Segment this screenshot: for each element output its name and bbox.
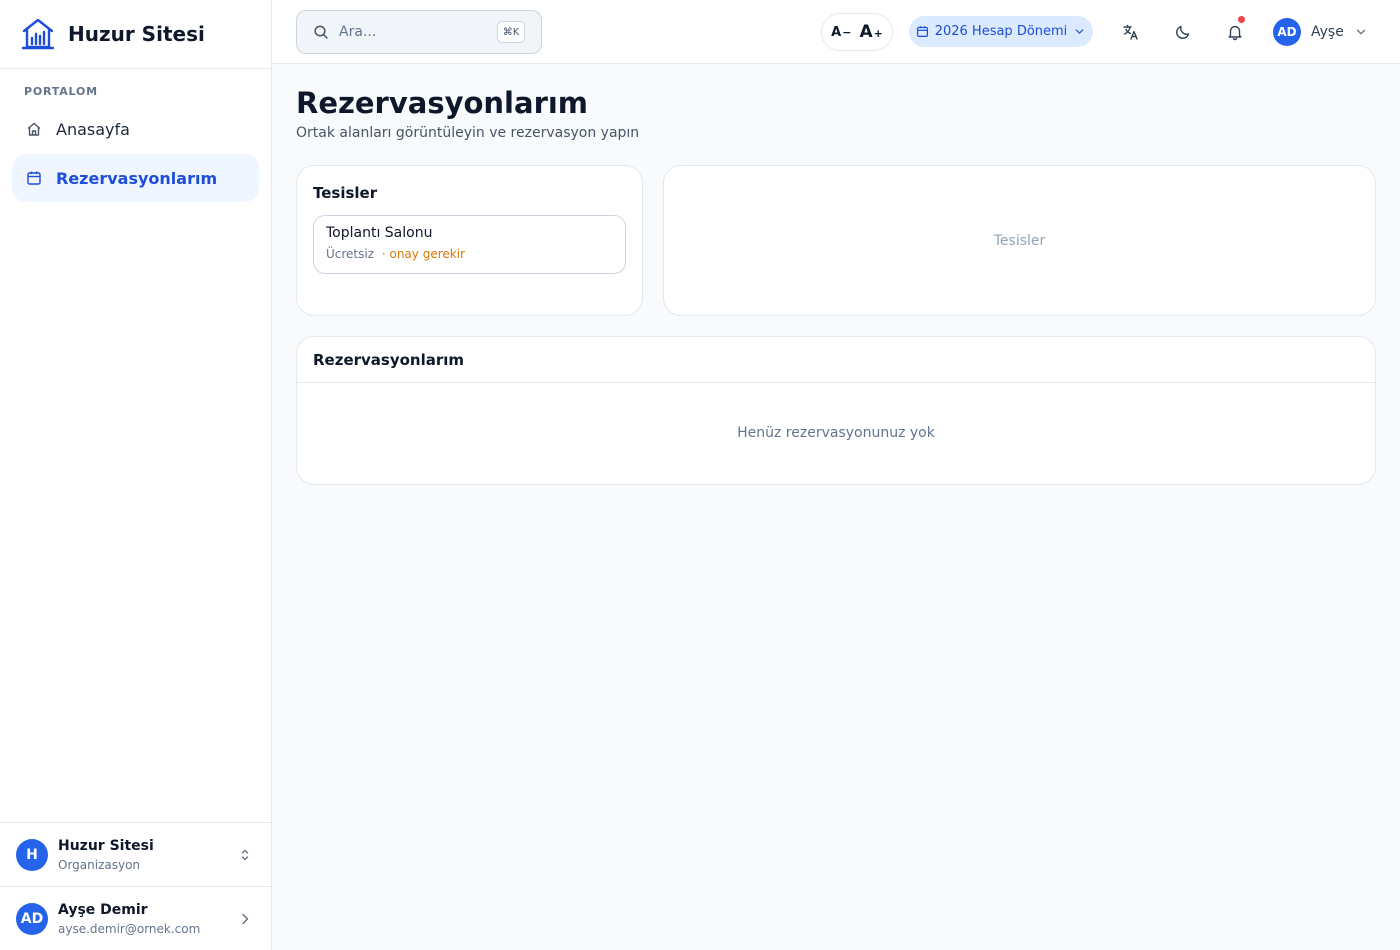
user-profile[interactable]: AD Ayşe Demir ayse.demir@ornek.com — [0, 886, 271, 950]
nav-section-label: PORTALOM — [24, 85, 98, 98]
facility-detail-placeholder: Tesisler — [993, 232, 1046, 249]
search-icon — [313, 24, 329, 40]
search-shortcut-badge: ⌘K — [497, 21, 525, 43]
org-type: Organizasyon — [58, 857, 141, 872]
org-avatar: H — [16, 838, 48, 871]
facility-approval-note: · onay gerekir — [381, 247, 465, 261]
sidebar-item-label: Rezervasyonlarım — [56, 168, 218, 188]
chevron-down-icon — [1344, 25, 1368, 39]
moon-icon — [1174, 23, 1192, 41]
calendar-icon — [26, 170, 42, 186]
calendar-icon — [916, 25, 929, 38]
search-input[interactable]: Ara... ⌘K — [296, 10, 542, 54]
facility-name: Toplantı Salonu — [326, 225, 433, 241]
reservations-empty-state: Henüz rezervasyonunuz yok — [737, 425, 935, 441]
user-avatar: AD — [16, 902, 48, 935]
organization-switcher[interactable]: H Huzur Sitesi Organizasyon — [0, 822, 271, 886]
facilities-card: Tesisler Toplantı Salonu Ücretsiz · onay… — [296, 165, 643, 316]
translate-icon — [1122, 23, 1140, 41]
page-title: Rezervasyonlarım — [296, 86, 589, 120]
user-email: ayse.demir@ornek.com — [58, 921, 201, 936]
top-bar: Ara... ⌘K A− A+ 2026 Hesap Dönemi AD Ayş… — [272, 0, 1400, 64]
reservations-card-header: Rezervasyonlarım — [297, 337, 1375, 383]
font-decrease-button[interactable]: A− — [827, 25, 855, 40]
language-button[interactable] — [1115, 16, 1147, 48]
user-menu-button[interactable]: AD Ayşe — [1273, 18, 1368, 46]
sidebar-item-home[interactable]: Anasayfa — [12, 105, 259, 153]
sidebar-item-reservations[interactable]: Rezervasyonlarım — [12, 154, 259, 202]
chevron-down-icon — [1073, 25, 1086, 38]
facilities-card-title: Tesisler — [313, 184, 378, 202]
sidebar: Huzur Sitesi PORTALOM Anasayfa Rezervasy… — [0, 0, 272, 950]
page-subtitle: Ortak alanları görüntüleyin ve rezervasy… — [296, 125, 640, 141]
facility-price: Ücretsiz — [326, 247, 375, 261]
user-menu-name: Ayşe — [1311, 24, 1344, 40]
fiscal-period-select[interactable]: 2026 Hesap Dönemi — [909, 16, 1093, 47]
bell-icon — [1226, 23, 1244, 41]
user-name: Ayşe Demir — [58, 901, 148, 918]
chevron-up-down-icon — [237, 847, 271, 863]
facility-detail-panel: Tesisler — [663, 165, 1376, 316]
notification-badge — [1238, 16, 1245, 23]
search-placeholder: Ara... — [339, 24, 377, 40]
theme-toggle-button[interactable] — [1167, 16, 1199, 48]
facility-item-meeting-room[interactable]: Toplantı Salonu Ücretsiz · onay gerekir — [313, 215, 626, 274]
sidebar-item-label: Anasayfa — [56, 119, 130, 139]
chevron-right-icon — [237, 911, 271, 927]
font-size-control: A− A+ — [821, 13, 893, 51]
brand-name: Huzur Sitesi — [68, 22, 205, 46]
notifications-button[interactable] — [1219, 16, 1251, 48]
fiscal-period-label: 2026 Hesap Dönemi — [934, 24, 1068, 39]
reservations-card-title: Rezervasyonlarım — [313, 351, 465, 369]
building-logo-icon — [21, 17, 55, 51]
brand[interactable]: Huzur Sitesi — [0, 0, 271, 69]
user-avatar: AD — [1273, 18, 1301, 46]
org-name: Huzur Sitesi — [58, 837, 154, 854]
font-increase-button[interactable]: A+ — [855, 22, 886, 42]
reservations-card: Rezervasyonlarım Henüz rezervasyonunuz y… — [296, 336, 1376, 485]
home-icon — [26, 121, 42, 137]
